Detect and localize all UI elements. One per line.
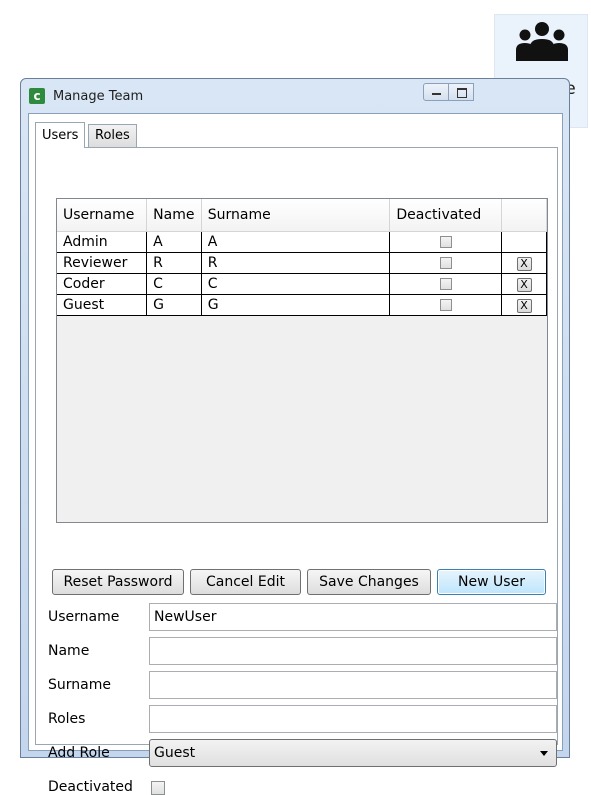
deactivated-checkbox-form[interactable] (151, 781, 165, 795)
add-role-label: Add Role (48, 745, 110, 761)
deactivated-checkbox[interactable] (439, 278, 452, 290)
column-header-deactivated[interactable]: Deactivated (389, 199, 502, 232)
window-title: Manage Team (53, 89, 144, 104)
cell-surname[interactable]: A (201, 231, 391, 253)
table-row[interactable]: Guest G G X (57, 294, 547, 316)
cell-username[interactable]: Coder (57, 273, 148, 295)
users-tab-panel: Username Name Surname Deactivated Admin … (35, 147, 558, 795)
window-client: Users Roles Username Name Surname Deacti… (28, 113, 563, 795)
cell-deactivated (389, 252, 502, 274)
table-row[interactable]: Coder C C X (57, 273, 547, 295)
column-header-actions (501, 199, 547, 232)
cell-surname[interactable]: C (201, 273, 391, 295)
delete-user-button[interactable]: X (516, 257, 532, 271)
cell-deactivated (389, 273, 502, 295)
cancel-edit-button[interactable]: Cancel Edit (190, 569, 301, 595)
cell-deactivated (389, 294, 502, 316)
chevron-down-icon (540, 751, 548, 756)
surname-label: Surname (48, 677, 111, 693)
roles-field[interactable] (149, 705, 557, 733)
username-field[interactable]: NewUser (149, 603, 557, 631)
cell-username[interactable]: Reviewer (57, 252, 148, 274)
cell-name[interactable]: C (146, 273, 202, 295)
app-icon: c (29, 88, 45, 104)
manage-team-window: c Manage Team Users Roles Username Name … (20, 78, 570, 795)
add-role-selected-value: Guest (154, 745, 196, 761)
new-user-button[interactable]: New User (437, 569, 546, 595)
deactivated-checkbox[interactable] (439, 236, 452, 248)
users-grid[interactable]: Username Name Surname Deactivated Admin … (56, 198, 548, 523)
column-header-username[interactable]: Username (57, 199, 148, 232)
cell-actions (501, 231, 547, 253)
title-bar[interactable]: c Manage Team (21, 79, 569, 113)
cell-actions: X (501, 252, 547, 274)
delete-user-button[interactable]: X (516, 278, 532, 292)
delete-user-button[interactable]: X (516, 299, 532, 313)
table-row[interactable]: Admin A A (57, 231, 547, 253)
cell-name[interactable]: R (146, 252, 202, 274)
cell-surname[interactable]: R (201, 252, 391, 274)
team-icon (516, 22, 568, 61)
name-label: Name (48, 643, 90, 659)
column-header-surname[interactable]: Surname (201, 199, 391, 232)
cell-name[interactable]: G (146, 294, 202, 316)
deactivated-label: Deactivated (48, 779, 133, 795)
username-label: Username (48, 609, 120, 625)
table-row[interactable]: Reviewer R R X (57, 252, 547, 274)
cell-username[interactable]: Guest (57, 294, 148, 316)
cell-username[interactable]: Admin (57, 231, 148, 253)
cell-actions: X (501, 273, 547, 295)
tab-users[interactable]: Users (35, 122, 86, 148)
cell-name[interactable]: A (146, 231, 202, 253)
roles-label: Roles (48, 711, 86, 727)
maximize-button[interactable] (448, 83, 474, 101)
cell-actions: X (501, 294, 547, 316)
deactivated-checkbox[interactable] (439, 257, 452, 269)
surname-field[interactable] (149, 671, 557, 699)
cell-surname[interactable]: G (201, 294, 391, 316)
cell-deactivated (389, 231, 502, 253)
save-changes-button[interactable]: Save Changes (307, 569, 431, 595)
name-field[interactable] (149, 637, 557, 665)
column-header-name[interactable]: Name (146, 199, 202, 232)
tab-roles[interactable]: Roles (88, 124, 137, 148)
minimize-button[interactable] (423, 83, 449, 101)
reset-password-button[interactable]: Reset Password (52, 569, 184, 595)
deactivated-checkbox[interactable] (439, 299, 452, 311)
